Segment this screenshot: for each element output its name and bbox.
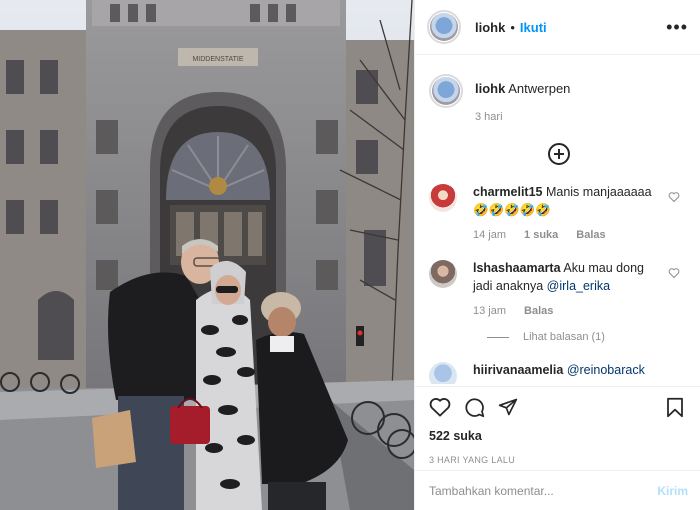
comment-username[interactable]: lshashaamarta (473, 261, 561, 275)
comment-mention[interactable]: @irla_erika (547, 279, 610, 293)
comment-avatar[interactable] (429, 260, 457, 288)
follow-button[interactable]: Ikuti (520, 20, 547, 35)
load-more-comments-icon[interactable] (547, 143, 570, 165)
caption-time[interactable]: 3 hari (475, 111, 503, 123)
post-photo[interactable]: MIDDENSTATIE (0, 0, 414, 510)
caption-avatar[interactable] (429, 74, 463, 108)
comment-item: lshashaamarta Aku mau dong jadi anaknya … (429, 259, 688, 317)
post-header: liohk • Ikuti ••• (415, 0, 700, 55)
reply-button[interactable]: Balas (576, 229, 605, 241)
divider (487, 336, 509, 338)
caption-text: Antwerpen (508, 81, 571, 96)
post-comment-button[interactable]: Kirim (657, 484, 688, 498)
share-paper-plane-icon[interactable] (498, 397, 518, 417)
comment-username[interactable]: hiirivanaamelia (473, 363, 563, 377)
comment-item: hiirivanaamelia @reinobarack (429, 361, 688, 384)
comment-username[interactable]: charmelit15 (473, 185, 542, 199)
comment-avatar[interactable] (429, 362, 457, 384)
separator-dot: • (510, 19, 515, 35)
comment-bubble-icon[interactable] (464, 397, 485, 418)
comment-avatar[interactable] (429, 184, 457, 212)
avatar-image (430, 13, 458, 41)
comment-time[interactable]: 13 jam (473, 305, 506, 317)
reply-button[interactable]: Balas (524, 305, 553, 317)
add-comment-bar: Kirim (415, 470, 700, 510)
post-date[interactable]: 3 HARI YANG LALU (429, 455, 688, 465)
post-caption: liohk Antwerpen 3 hari (429, 56, 688, 123)
comment-item: charmelit15 Manis manjaaaaaa 🤣🤣🤣🤣🤣 14 ja… (429, 183, 688, 241)
post-actions: 522 suka 3 HARI YANG LALU (415, 386, 700, 465)
like-comment-heart-icon[interactable] (668, 191, 680, 203)
like-comment-heart-icon[interactable] (668, 267, 680, 279)
likes-count[interactable]: 522 suka (429, 429, 688, 443)
like-heart-icon[interactable] (429, 397, 451, 417)
post-panel: liohk • Ikuti ••• liohk Antwerpen 3 hari (414, 0, 700, 510)
comments-list[interactable]: liohk Antwerpen 3 hari charmelit15 Manis… (415, 56, 700, 384)
view-replies-button[interactable]: Lihat balasan (1) (487, 331, 688, 343)
avatar[interactable] (427, 10, 461, 44)
caption-username[interactable]: liohk (475, 81, 505, 96)
save-bookmark-icon[interactable] (666, 397, 684, 418)
photo-scene: MIDDENSTATIE (0, 0, 414, 510)
station-sign: MIDDENSTATIE (192, 56, 243, 63)
comment-input[interactable] (429, 483, 658, 498)
header-username[interactable]: liohk (475, 20, 505, 35)
comment-time[interactable]: 14 jam (473, 229, 506, 241)
comment-likes[interactable]: 1 suka (524, 229, 558, 241)
more-options-icon[interactable]: ••• (666, 17, 688, 38)
comment-mention[interactable]: @reinobarack (567, 363, 645, 377)
